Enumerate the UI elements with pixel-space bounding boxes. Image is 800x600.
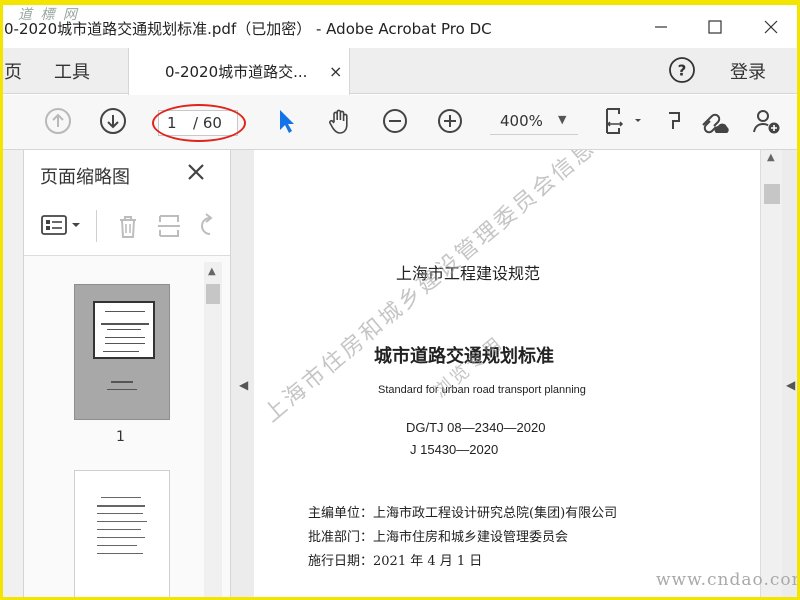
truncated-tool-icon — [669, 112, 680, 129]
maximize-icon — [708, 20, 722, 34]
panel-title: 页面缩略图 — [40, 167, 130, 188]
left-navigation-strip — [0, 150, 24, 600]
page-thumbnail-2[interactable] — [74, 470, 170, 600]
fit-width-icon — [606, 108, 641, 134]
prev-page-button[interactable] — [43, 106, 73, 136]
doc-standard-number: DG/TJ 08—2340—2020 — [406, 420, 546, 435]
minus-circle-icon — [383, 109, 407, 133]
scrollbar-thumb[interactable] — [764, 184, 780, 204]
link-cloud-icon — [702, 113, 729, 134]
thumbnail-toolbar — [24, 198, 230, 256]
hand-icon — [329, 109, 348, 134]
select-tool-button[interactable] — [270, 106, 300, 136]
chevron-down-icon: ▼ — [558, 113, 567, 126]
scroll-up-icon[interactable]: ▲ — [767, 152, 775, 163]
add-user-icon — [753, 110, 780, 134]
trash-icon[interactable] — [114, 212, 142, 240]
doc-record-number: J 15430—2020 — [410, 442, 499, 457]
help-icon[interactable]: ? — [668, 56, 696, 84]
doc-effective-date: 施行日期：2021 年 4 月 1 日 — [308, 554, 483, 569]
chevron-left-icon: ◀ — [239, 378, 249, 392]
zoom-out-button[interactable] — [380, 106, 410, 136]
tab-home[interactable]: 页 — [4, 48, 22, 94]
tab-document[interactable]: 0-2020城市道路交... × — [128, 48, 350, 95]
chevron-left-icon: ◀ — [786, 378, 796, 392]
right-panel-handle[interactable]: ◀ — [782, 150, 800, 600]
zoom-in-button[interactable] — [435, 106, 465, 136]
arrow-up-circle-icon — [45, 108, 71, 134]
panel-header: 页面缩略图 — [24, 150, 230, 198]
thumbnail-panel: 页面缩略图 1 ▲ — [24, 150, 230, 600]
doc-approval-department: 批准部门：上海市住房和城乡建设管理委员会 — [308, 530, 569, 545]
cursor-arrow-icon — [280, 110, 294, 133]
link-cloud-button[interactable] — [698, 106, 732, 136]
rotate-icon[interactable] — [194, 212, 218, 240]
zoom-value: 400% — [500, 112, 543, 130]
login-link[interactable]: 登录 — [730, 58, 766, 84]
thumbnail-cover-box — [93, 301, 155, 359]
options-menu-icon[interactable] — [40, 214, 86, 236]
plus-circle-icon — [438, 109, 462, 133]
collapse-panel-handle[interactable]: ◀ — [230, 150, 254, 600]
document-scrollbar[interactable]: ▲ — [760, 150, 782, 600]
tab-tools[interactable]: 工具 — [54, 48, 90, 94]
minimize-icon — [655, 26, 667, 28]
svg-text:?: ? — [678, 62, 687, 80]
thumbnail-page-number: 1 — [116, 429, 125, 445]
close-icon — [764, 20, 778, 34]
arrow-down-circle-icon — [100, 108, 126, 134]
page-thumbnail-1[interactable] — [74, 284, 170, 420]
maximize-button[interactable] — [692, 12, 738, 42]
doc-editor-unit: 主编单位：上海市政工程设计研究总院(集团)有限公司 — [308, 506, 618, 521]
minimize-button[interactable] — [638, 12, 684, 42]
document-page: 上海市工程建设规范 城市道路交通规划标准 Standard for urban … — [254, 150, 760, 600]
red-highlight-ellipse — [152, 104, 246, 142]
close-tab-icon[interactable]: × — [329, 62, 342, 81]
doc-english-title: Standard for urban road transport planni… — [378, 384, 586, 396]
document-tab-label: 0-2020城市道路交... — [165, 63, 308, 81]
title-bar: 道 標 网 0-2020城市道路交通规划标准.pdf（已加密） - Adobe … — [0, 0, 800, 48]
more-tools-button[interactable] — [664, 106, 684, 136]
scroll-up-icon[interactable]: ▲ — [208, 266, 216, 277]
hand-tool-button[interactable] — [325, 106, 355, 136]
zoom-level-select[interactable]: 400% ▼ — [490, 109, 578, 135]
insert-page-icon[interactable] — [154, 212, 184, 240]
add-user-button[interactable] — [752, 106, 782, 136]
close-window-button[interactable] — [748, 12, 794, 42]
close-panel-icon[interactable] — [184, 160, 208, 184]
next-page-button[interactable] — [98, 106, 128, 136]
window-title: 0-2020城市道路交通规划标准.pdf（已加密） - Adobe Acroba… — [4, 20, 492, 38]
scrollbar-thumb[interactable] — [206, 284, 220, 304]
page-fit-button[interactable] — [600, 106, 646, 136]
site-watermark-bottom: www.cndao.com — [656, 570, 800, 590]
thumbnail-scrollbar[interactable]: ▲ — [204, 262, 222, 600]
thumbnail-list: 1 — [24, 256, 230, 600]
